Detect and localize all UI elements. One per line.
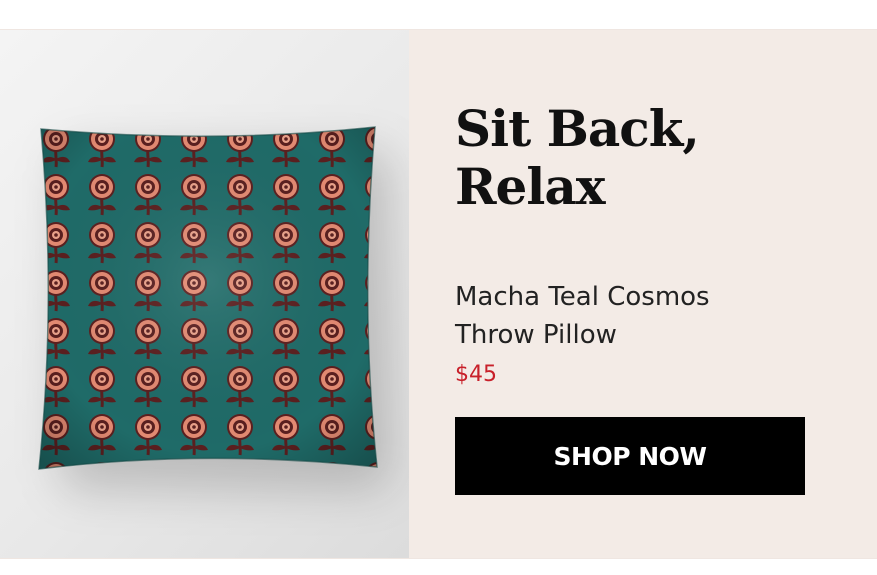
product-name-line-1: Macha Teal Cosmos xyxy=(455,282,710,312)
product-name[interactable]: Macha Teal Cosmos Throw Pillow xyxy=(455,278,835,354)
shop-now-button[interactable]: SHOP NOW xyxy=(455,417,805,495)
throw-pillow-image[interactable] xyxy=(33,123,383,473)
headline-line-2: Relax xyxy=(455,157,606,216)
promo-headline: Sit Back, Relax xyxy=(455,100,835,216)
product-image-panel[interactable] xyxy=(0,30,409,558)
product-price: $45 xyxy=(455,362,497,387)
promo-banner: Sit Back, Relax Macha Teal Cosmos Throw … xyxy=(0,29,877,559)
product-name-line-2: Throw Pillow xyxy=(455,320,617,350)
headline-line-1: Sit Back, xyxy=(455,99,700,158)
promo-content: Sit Back, Relax Macha Teal Cosmos Throw … xyxy=(455,30,835,558)
page: Sit Back, Relax Macha Teal Cosmos Throw … xyxy=(0,0,877,575)
